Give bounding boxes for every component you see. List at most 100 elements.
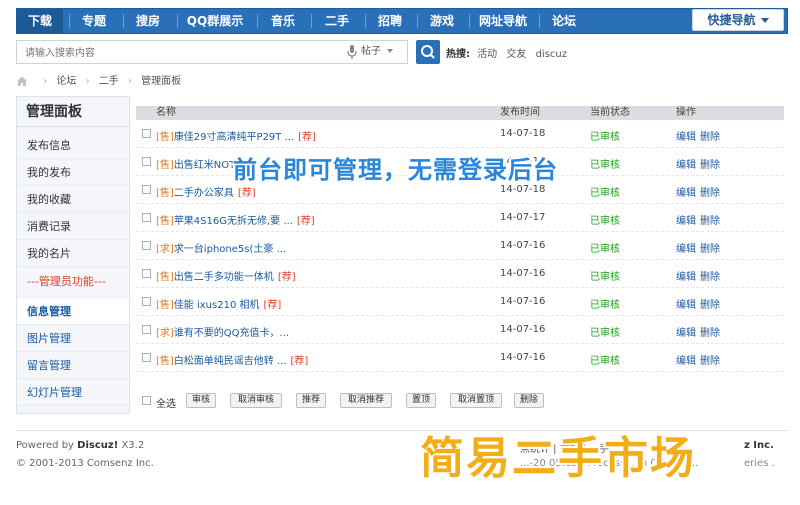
sidebar-admin-divider: ---管理员功能--- [27,275,106,288]
row-title-link[interactable]: 苹果4S16G无拆无修,要 ... [174,216,293,227]
delete-link[interactable]: 删除 [700,300,720,311]
row-title[interactable]: [售]佳能 ixus210 相机 [荐] [156,296,281,311]
header-status: 当前状态 [590,107,630,118]
delete-link[interactable]: 删除 [700,160,720,171]
nav-item-qq-group[interactable]: QQ群展示 [179,9,251,33]
hot-search-label: 热搜: [446,49,470,60]
hot-search-link[interactable]: 活动 [477,49,497,60]
nav-separator [257,14,258,28]
row-title[interactable]: [求]求一台iphone5s(土豪 ... [156,240,290,255]
row-title[interactable]: [售]康佳29寸高清纯平P29T ... [荐] [156,128,316,143]
search-type-select[interactable]: 帖子 [361,44,409,60]
nav-item-site-nav[interactable]: 网址导航 [471,9,535,33]
nav-item-topic[interactable]: 专题 [71,9,117,33]
row-title-link[interactable]: 佳能 ixus210 相机 [174,300,260,311]
nav-item-house[interactable]: 搜房 [125,9,171,33]
nav-item-music[interactable]: 音乐 [259,9,307,33]
row-checkbox[interactable] [142,129,151,138]
row-title[interactable]: [售]二手办公家具 [荐] [156,184,256,199]
row-checkbox[interactable] [142,269,151,278]
row-checkbox[interactable] [142,241,151,250]
powered-brand[interactable]: Discuz! [77,440,118,451]
nav-item-forum[interactable]: 论坛 [541,9,587,33]
breadcrumb-second-hand[interactable]: 二手 [99,76,119,87]
row-title-link[interactable]: 求一台iphone5s(土豪 ... [174,244,286,255]
edit-link[interactable]: 编辑 [676,160,696,171]
row-checkbox[interactable] [142,297,151,306]
delete-link[interactable]: 删除 [700,132,720,143]
row-title-link[interactable]: 二手办公家具 [174,188,234,199]
edit-link[interactable]: 编辑 [676,244,696,255]
nav-item-games[interactable]: 游戏 [419,9,465,33]
approve-button[interactable]: 审核 [186,393,216,408]
edit-link[interactable]: 编辑 [676,356,696,367]
row-title[interactable]: [售]苹果4S16G无拆无修,要 ... [荐] [156,212,315,227]
breadcrumb-current[interactable]: 管理面板 [141,76,181,87]
delete-link[interactable]: 删除 [700,244,720,255]
search-input[interactable] [25,45,325,61]
header-date: 发布时间 [500,107,540,118]
recommend-badge: [荐] [237,188,256,199]
sidebar-item-favorites[interactable]: 我的收藏 [17,187,129,213]
edit-link[interactable]: 编辑 [676,328,696,339]
row-title[interactable]: [售]出售二手多功能一体机 [荐] [156,268,296,283]
row-checkbox[interactable] [142,325,151,334]
footer-series: eries . [744,458,775,469]
nav-item-download[interactable]: 下载 [17,9,63,33]
nav-item-jobs[interactable]: 招聘 [367,9,413,33]
cancel-approve-button[interactable]: 取消审核 [230,393,282,408]
row-checkbox[interactable] [142,353,151,362]
sidebar-item-message-manage[interactable]: 留言管理 [17,353,129,379]
home-icon[interactable] [16,75,28,87]
delete-link[interactable]: 删除 [700,216,720,227]
row-status: 已审核 [590,328,620,339]
powered-version: X3.2 [121,440,145,451]
pin-button[interactable]: 置顶 [406,393,436,408]
delete-link[interactable]: 删除 [700,356,720,367]
copyright: © 2001-2013 Comsenz Inc. [16,458,154,469]
edit-link[interactable]: 编辑 [676,216,696,227]
cancel-recommend-button[interactable]: 取消推荐 [340,393,392,408]
sidebar-item-image-manage[interactable]: 图片管理 [17,326,129,352]
delete-link[interactable]: 删除 [700,188,720,199]
row-title-link[interactable]: 康佳29寸高清纯平P29T ... [174,132,294,143]
edit-link[interactable]: 编辑 [676,272,696,283]
sidebar-item-my-posts[interactable]: 我的发布 [17,160,129,186]
hot-search-link[interactable]: 交友 [506,49,526,60]
delete-link[interactable]: 删除 [700,272,720,283]
row-checkbox[interactable] [142,213,151,222]
table-header: 名称 发布时间 当前状态 操作 [136,106,784,120]
row-title-link[interactable]: 白松面单纯民谣吉他转 ... [174,356,287,367]
sidebar-item-slideshow-manage[interactable]: 幻灯片管理 [17,380,129,406]
recommend-button[interactable]: 推荐 [296,393,326,408]
cancel-pin-button[interactable]: 取消置顶 [450,393,502,408]
sidebar-item-consumption[interactable]: 消费记录 [17,214,129,240]
edit-link[interactable]: 编辑 [676,132,696,143]
nav-separator [365,14,366,28]
select-all-checkbox[interactable] [142,396,151,405]
search-button[interactable] [416,40,440,64]
delete-button[interactable]: 删除 [514,393,544,408]
sidebar-item-publish[interactable]: 发布信息 [17,133,129,159]
microphone-icon[interactable] [347,45,357,59]
powered-prefix: Powered by [16,440,74,451]
row-checkbox[interactable] [142,157,151,166]
nav-item-second-hand[interactable]: 二手 [313,9,361,33]
nav-separator [177,14,178,28]
sidebar-item-info-manage[interactable]: 信息管理 [17,299,129,325]
chevron-down-icon [760,18,769,23]
breadcrumb-forum[interactable]: 论坛 [56,76,76,87]
hot-search-link[interactable]: discuz [536,49,567,60]
edit-link[interactable]: 编辑 [676,188,696,199]
edit-link[interactable]: 编辑 [676,300,696,311]
row-title[interactable]: [售]白松面单纯民谣吉他转 ... [荐] [156,352,308,367]
row-title-link[interactable]: 出售二手多功能一体机 [174,272,274,283]
nav-separator [469,14,470,28]
delete-link[interactable]: 删除 [700,328,720,339]
table-row: [售]康佳29寸高清纯平P29T ... [荐] 14-07-18 已审核 编辑删… [136,120,784,148]
row-title-link[interactable]: 谁有不要的QQ充值卡，... [174,328,289,339]
row-title[interactable]: [求]谁有不要的QQ充值卡，... [156,324,293,339]
sidebar-item-my-card[interactable]: 我的名片 [17,241,129,267]
quick-nav-button[interactable]: 快捷导航 [692,9,784,31]
row-checkbox[interactable] [142,185,151,194]
